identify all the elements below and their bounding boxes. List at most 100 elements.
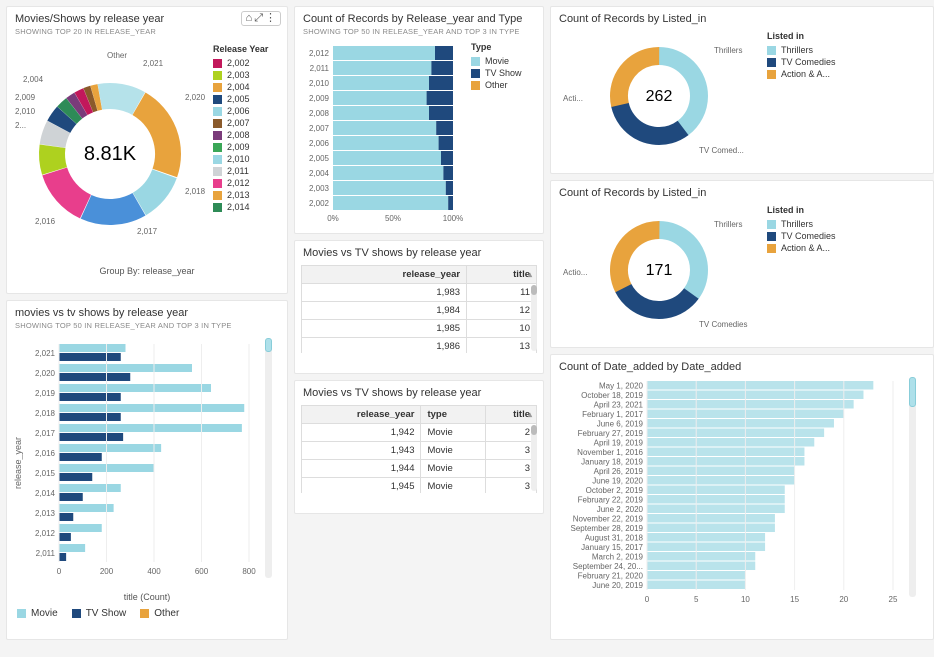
table-wrap: release_yeartitle▴1,983111,984121,985101… <box>301 265 537 353</box>
svg-text:50%: 50% <box>385 214 401 222</box>
chart-scroll[interactable] <box>909 377 916 597</box>
table-wrap: release_yeartypetitle▴1,942Movie21,943Mo… <box>301 405 537 493</box>
svg-text:Other: Other <box>107 51 127 60</box>
svg-text:June 19, 2020: June 19, 2020 <box>592 477 643 486</box>
svg-text:2,012: 2,012 <box>35 529 56 538</box>
y-axis-label: release_year <box>11 363 25 563</box>
card-bar-movies-vs-tv[interactable]: movies vs tv shows by release year SHOWI… <box>6 300 288 640</box>
legend-title: Release Year <box>213 44 279 54</box>
card-title: movies vs tv shows by release year <box>7 301 287 321</box>
svg-text:2,018: 2,018 <box>185 187 205 196</box>
scrollbar[interactable] <box>531 425 537 491</box>
svg-text:TV Comed...: TV Comed... <box>699 146 744 155</box>
svg-text:2,002: 2,002 <box>309 199 330 208</box>
svg-text:August 31, 2018: August 31, 2018 <box>585 534 644 543</box>
svg-text:5: 5 <box>694 595 699 604</box>
date-chart: May 1, 2020October 18, 2019April 23, 202… <box>555 377 907 627</box>
svg-text:0%: 0% <box>327 214 339 222</box>
svg-text:2,020: 2,020 <box>35 369 56 378</box>
svg-text:2,021: 2,021 <box>35 349 56 358</box>
donut-center: 171 <box>646 262 673 279</box>
svg-text:2,015: 2,015 <box>35 469 56 478</box>
x-axis-label: title (Count) <box>7 588 287 602</box>
svg-text:Thrillers: Thrillers <box>714 220 742 229</box>
card-title: Movies vs TV shows by release year <box>295 381 543 401</box>
svg-text:February 1, 2017: February 1, 2017 <box>582 410 643 419</box>
svg-text:400: 400 <box>147 567 161 576</box>
card-subtitle: SHOWING TOP 20 IN RELEASE_YEAR <box>7 27 287 40</box>
svg-text:2,006: 2,006 <box>309 139 330 148</box>
svg-text:600: 600 <box>195 567 209 576</box>
card-subtitle: SHOWING TOP 50 IN RELEASE_YEAR AND TOP 3… <box>295 27 543 40</box>
svg-text:2,009: 2,009 <box>15 93 36 102</box>
svg-text:April 19, 2019: April 19, 2019 <box>594 439 644 448</box>
svg-text:2,014: 2,014 <box>35 489 56 498</box>
svg-text:2,005: 2,005 <box>309 154 330 163</box>
filter-icon[interactable]: ⌂ <box>246 13 253 24</box>
bar-legend: Movie TV Show Other <box>7 602 287 629</box>
svg-text:100%: 100% <box>443 214 463 222</box>
svg-text:2,007: 2,007 <box>309 124 330 133</box>
chart-scroll[interactable] <box>265 338 272 578</box>
svg-text:2,019: 2,019 <box>35 389 56 398</box>
card-table-1[interactable]: Movies vs TV shows by release year relea… <box>294 240 544 374</box>
svg-text:February 21, 2020: February 21, 2020 <box>578 572 644 581</box>
svg-text:April 23, 2021: April 23, 2021 <box>594 401 644 410</box>
svg-text:2,017: 2,017 <box>137 227 158 236</box>
svg-text:2,009: 2,009 <box>309 94 330 103</box>
card-donut-listedin-b[interactable]: Count of Records by Listed_in 171 Thrill… <box>550 180 934 348</box>
svg-text:2,013: 2,013 <box>35 509 56 518</box>
svg-text:September 24, 20...: September 24, 20... <box>573 562 643 571</box>
svg-text:June 20, 2019: June 20, 2019 <box>592 581 643 590</box>
donut-chart: 171 Thrillers TV Comedies Actio... <box>559 205 759 335</box>
svg-text:2,011: 2,011 <box>310 64 330 73</box>
svg-text:20: 20 <box>839 595 848 604</box>
card-title: Count of Records by Release_year and Typ… <box>295 7 543 27</box>
svg-text:2,020: 2,020 <box>185 93 205 102</box>
svg-text:2...: 2... <box>15 121 26 130</box>
card-title: Count of Records by Listed_in <box>551 7 933 27</box>
expand-icon[interactable]: ⤢ <box>254 13 263 24</box>
donut-center: 8.81K <box>84 143 137 165</box>
svg-text:2,018: 2,018 <box>35 409 56 418</box>
donut-chart: 8.81K Other 2,021 2,020 2,018 2,017 2,01… <box>15 44 205 254</box>
menu-icon[interactable]: ⋮ <box>265 13 276 24</box>
svg-text:Acti...: Acti... <box>563 94 583 103</box>
svg-text:200: 200 <box>100 567 114 576</box>
card-controls[interactable]: ⌂ ⤢ ⋮ <box>241 11 281 26</box>
legend: Listed in Thrillers TV Comedies Action &… <box>767 31 836 81</box>
card-title: Movies vs TV shows by release year <box>295 241 543 261</box>
svg-text:June 2, 2020: June 2, 2020 <box>597 505 644 514</box>
card-subtitle: SHOWING TOP 50 IN RELEASE_YEAR AND TOP 3… <box>7 321 287 334</box>
donut-chart: 262 Thrillers TV Comed... Acti... <box>559 31 759 161</box>
svg-text:2,010: 2,010 <box>309 79 330 88</box>
dashboard: Movies/Shows by release year ⌂ ⤢ ⋮ SHOWI… <box>6 6 928 640</box>
scrollbar[interactable] <box>531 285 537 351</box>
svg-text:January 18, 2019: January 18, 2019 <box>581 458 643 467</box>
svg-text:2,016: 2,016 <box>35 217 56 226</box>
card-title: Count of Date_added by Date_added <box>551 355 933 375</box>
stacked-chart: 2,0122,0112,0102,0092,0082,0072,0062,005… <box>303 42 463 222</box>
svg-text:2,003: 2,003 <box>309 184 330 193</box>
svg-text:2,008: 2,008 <box>309 109 330 118</box>
svg-text:Thrillers: Thrillers <box>714 46 742 55</box>
svg-text:October 18, 2019: October 18, 2019 <box>581 391 643 400</box>
svg-text:April 26, 2019: April 26, 2019 <box>594 467 644 476</box>
svg-text:2,004: 2,004 <box>309 169 330 178</box>
svg-text:TV Comedies: TV Comedies <box>699 320 747 329</box>
svg-text:25: 25 <box>889 595 898 604</box>
svg-text:February 27, 2019: February 27, 2019 <box>578 429 644 438</box>
group-by-caption: Group By: release_year <box>7 262 287 276</box>
card-donut-listedin-a[interactable]: Count of Records by Listed_in 262 Thrill… <box>550 6 934 174</box>
legend: Listed in Thrillers TV Comedies Action &… <box>767 205 836 255</box>
card-donut-release-year[interactable]: Movies/Shows by release year ⌂ ⤢ ⋮ SHOWI… <box>6 6 288 294</box>
svg-text:2,011: 2,011 <box>36 549 56 558</box>
card-date-added[interactable]: Count of Date_added by Date_added May 1,… <box>550 354 934 640</box>
svg-text:October 2, 2019: October 2, 2019 <box>586 486 644 495</box>
table[interactable]: release_yeartypetitle▴1,942Movie21,943Mo… <box>301 405 537 493</box>
card-table-2[interactable]: Movies vs TV shows by release year relea… <box>294 380 544 514</box>
table[interactable]: release_yeartitle▴1,983111,984121,985101… <box>301 265 537 353</box>
card-stacked-type[interactable]: Count of Records by Release_year and Typ… <box>294 6 544 234</box>
svg-text:2,010: 2,010 <box>15 107 36 116</box>
svg-text:Actio...: Actio... <box>563 268 587 277</box>
